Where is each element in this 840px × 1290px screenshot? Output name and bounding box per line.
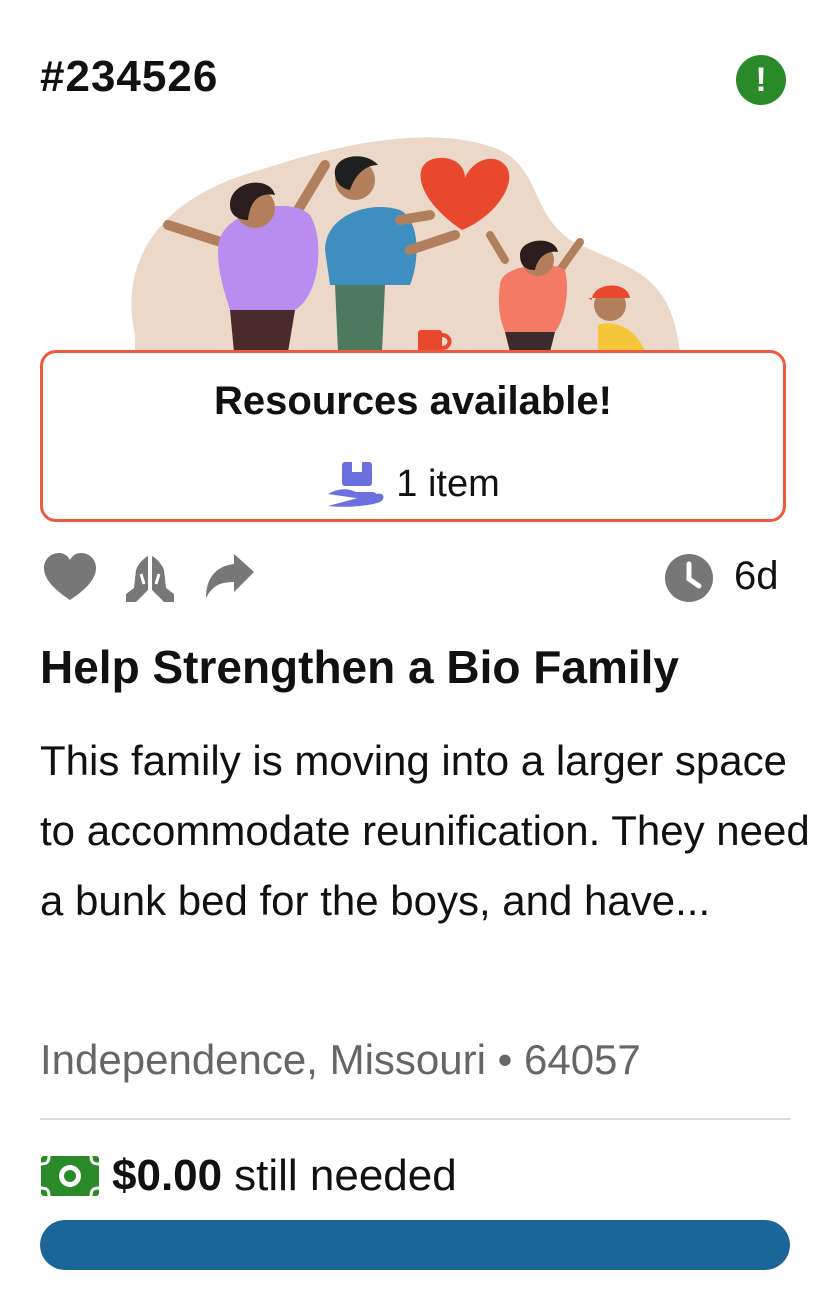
case-id: #234526 [40,52,219,101]
need-title[interactable]: Help Strengthen a Bio Family [40,640,800,694]
need-location: Independence, Missouri • 64057 [40,1036,641,1083]
action-bar: 6d [40,550,790,606]
heart-icon[interactable] [42,550,98,606]
resources-title: Resources available! [214,379,612,423]
need-description: This family is moving into a larger spac… [40,737,810,924]
share-arrow-icon[interactable] [202,550,258,606]
amount-needed: $0.00 still needed [40,1150,457,1202]
funding-progress-fill [40,1220,790,1270]
family-illustration [110,120,730,352]
time-ago-label: 6d [734,554,779,598]
box-hand-icon [326,460,386,508]
funding-progress-bar [40,1220,790,1270]
amount-label: still needed [234,1151,457,1200]
items-count-label: 1 item [396,462,500,505]
resources-available-box[interactable]: Resources available! 1 item [40,350,786,522]
need-card[interactable]: #234526 ! Resources available! 1 item 6d… [0,0,840,1290]
money-icon [40,1155,100,1197]
alert-icon[interactable]: ! [736,55,786,105]
clock-icon [664,553,714,603]
praying-hands-icon[interactable] [122,550,178,606]
amount-value: $0.00 [112,1151,223,1200]
resources-items: 1 item [43,459,783,509]
divider [40,1118,790,1120]
